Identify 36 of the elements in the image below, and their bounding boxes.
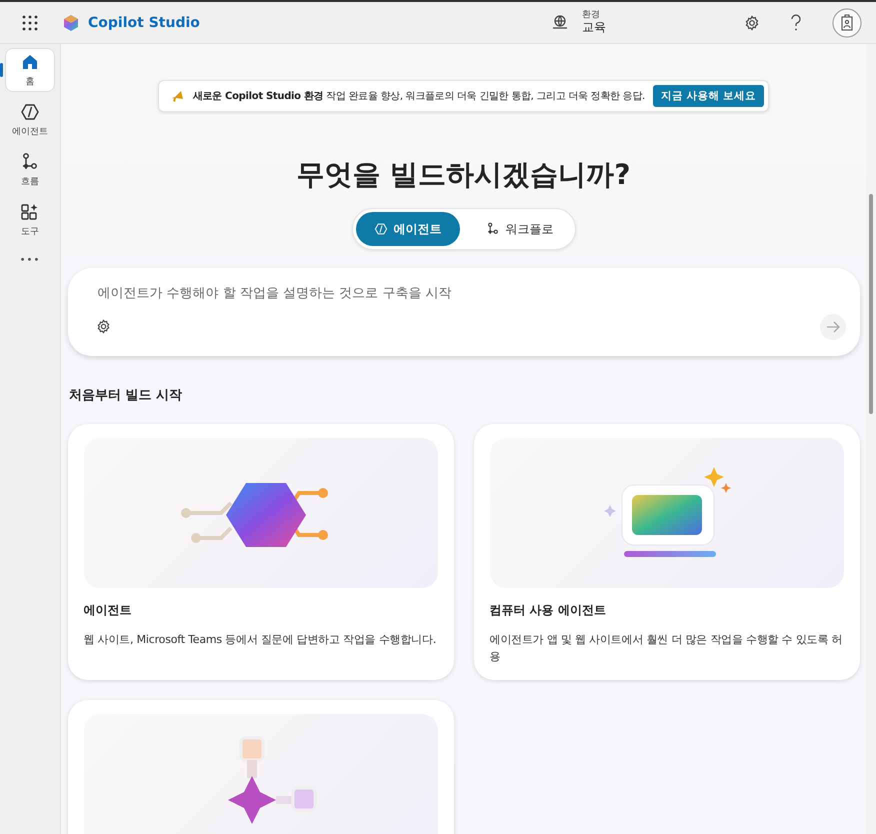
tab[interactable]: 워크플로: [468, 212, 572, 246]
megaphone-icon: [170, 89, 185, 103]
prompt-input[interactable]: 에이전트가 수행해야 할 작업을 설명하는 것으로 구축을 시작: [96, 282, 846, 304]
banner-text: 새로운 Copilot Studio 환경 작업 완료율 향상, 워크플로의 더욱 긴밀한 통합, 그리고 더욱 정확한 응답.: [192, 90, 645, 103]
environment-name[interactable]: 교육: [582, 20, 606, 34]
arrow-icon: [826, 320, 840, 334]
apps-sparkle-icon: [20, 202, 40, 222]
help-icon[interactable]: [790, 14, 802, 32]
settings-icon[interactable]: [96, 319, 110, 334]
flow-icon: [20, 152, 40, 172]
tab[interactable]: 에이전트: [356, 212, 460, 246]
app-launcher-icon[interactable]: [22, 14, 38, 30]
environment-label: 환경: [582, 10, 601, 21]
section-title: 처음부터 빌드 시작: [69, 386, 182, 404]
template-card[interactable]: 에이전트 웹 사이트, Microsoft Teams 등에서 질문에 답변하고 작업을 수행합니다.: [68, 424, 454, 680]
app-name[interactable]: Copilot Studio: [88, 14, 200, 30]
card-title: 에이전트: [84, 602, 132, 618]
code-hexagon-icon: [374, 222, 388, 236]
template-card[interactable]: 컴퓨터 사용 에이전트 에이전트가 앱 및 웹 사이트에서 훨씬 더 많은 작업을 수행할 수 있도록 허용: [474, 424, 860, 680]
globe-icon: [552, 14, 568, 30]
card-description: 에이전트가 앱 및 웹 사이트에서 훨씬 더 많은 작업을 수행할 수 있도록 허용: [490, 632, 844, 666]
page-heading: 무엇을 빌드하시겠습니까?: [296, 157, 630, 193]
home-icon: [20, 52, 40, 72]
card-title: 컴퓨터 사용 에이전트: [490, 602, 607, 618]
settings-icon[interactable]: [744, 14, 760, 30]
try-now-button[interactable]: 지금 사용해 보세요: [652, 85, 764, 107]
more-button[interactable]: •••: [14, 254, 46, 267]
sidebar-item[interactable]: 에이전트: [5, 98, 55, 142]
avatar-icon[interactable]: [832, 8, 862, 38]
sidebar-item[interactable]: 도구: [5, 198, 55, 242]
selection-indicator: [0, 63, 3, 77]
logo-icon: [62, 14, 80, 32]
sidebar-item[interactable]: 흐름: [5, 148, 55, 192]
flow-icon: [486, 222, 500, 236]
code-hexagon-icon: [20, 102, 40, 122]
card-description: 웹 사이트, Microsoft Teams 등에서 질문에 답변하고 작업을 수행합니다.: [84, 632, 438, 648]
